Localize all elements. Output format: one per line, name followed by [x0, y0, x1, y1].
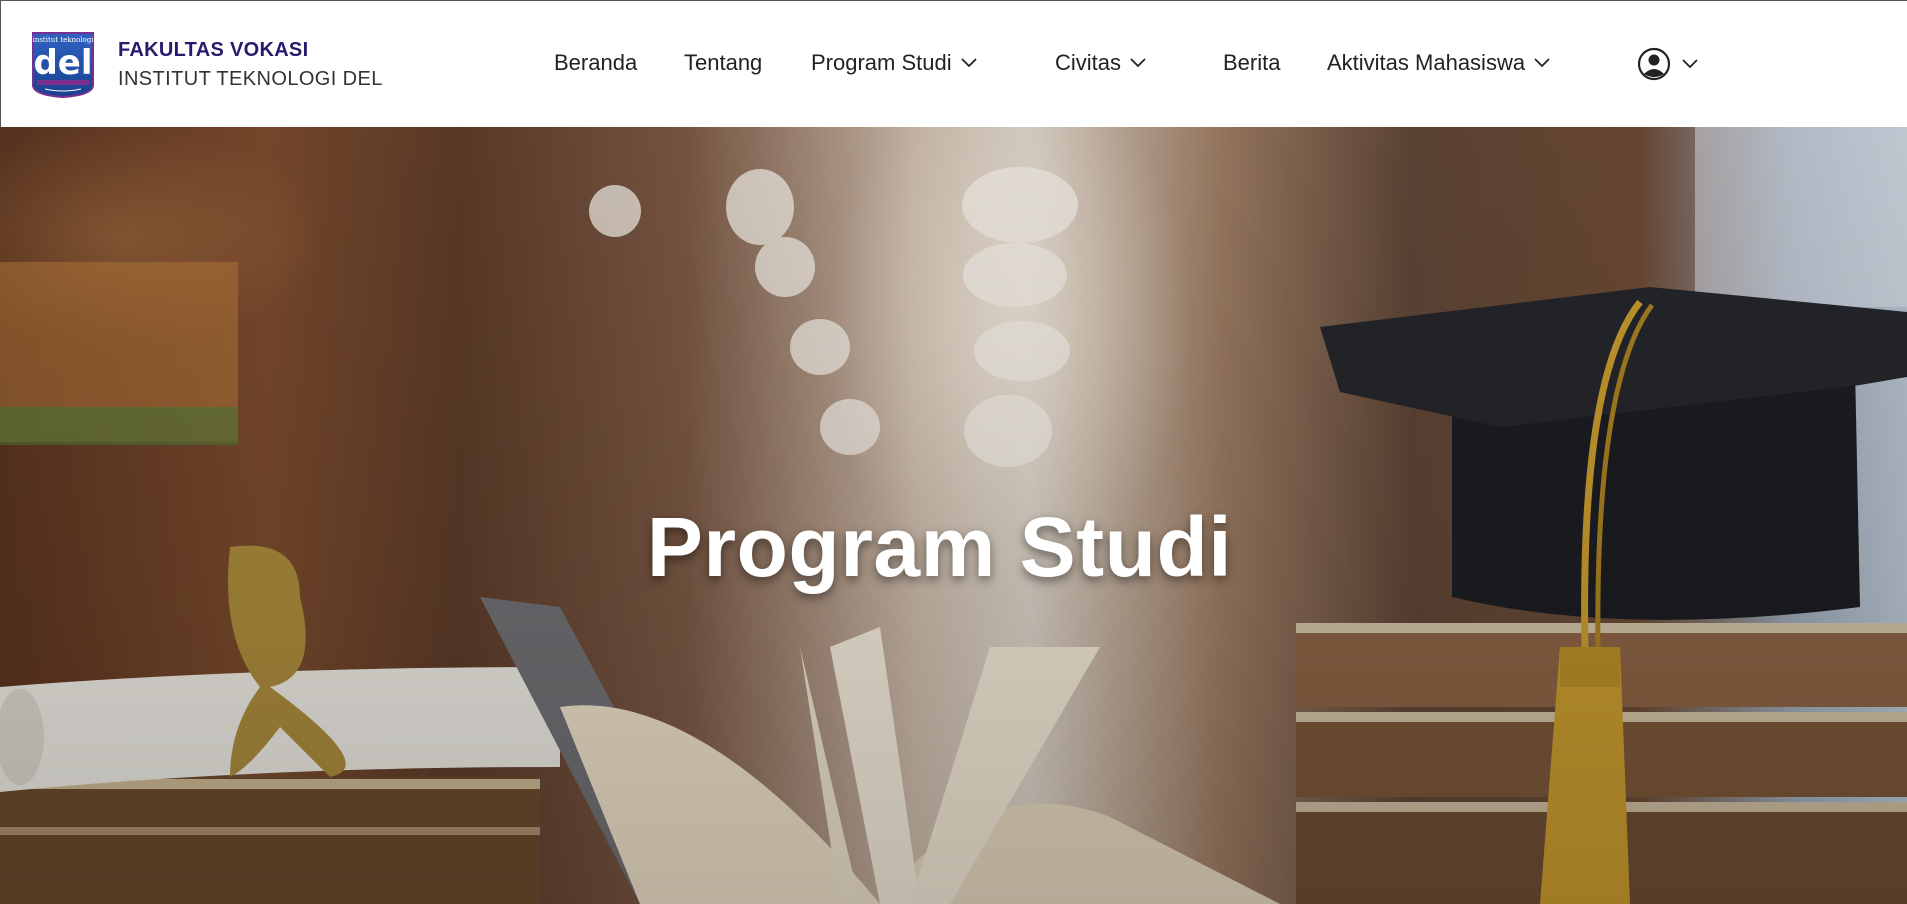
- hero-title: Program Studi: [646, 500, 1233, 594]
- faculty-name: FAKULTAS VOKASI: [118, 39, 309, 61]
- top-navbar: institut teknologi del FAKULTAS VOKASI I…: [0, 0, 1907, 127]
- nav-beranda[interactable]: Beranda: [554, 50, 637, 76]
- brand-home-link[interactable]: institut teknologi del FAKULTAS VOKASI I…: [31, 31, 383, 99]
- chevron-down-icon: [1534, 58, 1550, 68]
- user-circle-icon: [1637, 47, 1671, 81]
- nav-program-studi-label: Program Studi: [811, 50, 952, 75]
- chevron-down-icon: [960, 58, 977, 68]
- nav-aktivitas-mahasiswa[interactable]: Aktivitas Mahasiswa: [1327, 50, 1551, 76]
- svg-text:del: del: [33, 43, 92, 83]
- nav-tentang[interactable]: Tentang: [684, 50, 762, 76]
- nav-berita[interactable]: Berita: [1223, 50, 1280, 76]
- hero-banner: Program Studi: [0, 127, 1907, 904]
- user-menu-button[interactable]: [1637, 47, 1699, 81]
- nav-civitas-label: Civitas: [1055, 50, 1122, 75]
- chevron-down-icon: [1130, 58, 1146, 68]
- nav-program-studi[interactable]: Program Studi: [811, 50, 978, 76]
- institute-name: INSTITUT TEKNOLOGI DEL: [118, 68, 383, 90]
- del-logo: institut teknologi del: [31, 31, 95, 99]
- chevron-down-icon: [1682, 59, 1698, 69]
- nav-civitas[interactable]: Civitas: [1055, 50, 1147, 76]
- nav-aktivitas-label: Aktivitas Mahasiswa: [1327, 50, 1526, 75]
